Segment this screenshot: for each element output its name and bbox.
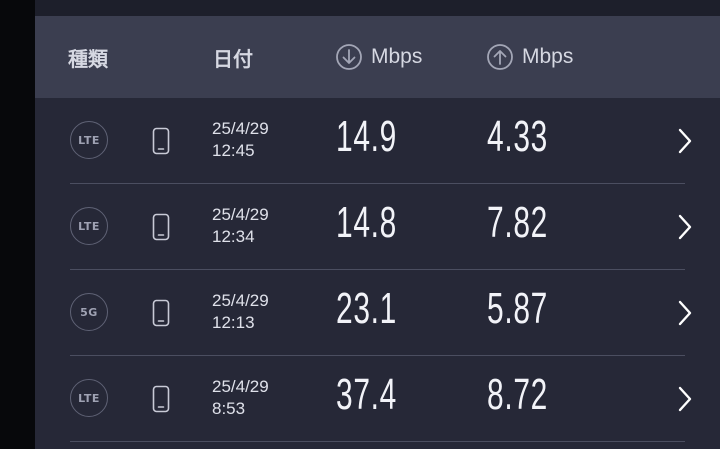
download-value: 23.1 bbox=[336, 284, 397, 333]
network-type-badge: LTE bbox=[70, 207, 108, 245]
result-date: 25/4/29 bbox=[212, 377, 269, 396]
upload-value: 8.72 bbox=[487, 370, 548, 419]
download-unit-label: Mbps bbox=[371, 45, 423, 68]
upload-value: 4.33 bbox=[487, 112, 548, 161]
chevron-right-icon[interactable] bbox=[675, 300, 695, 326]
result-row[interactable]: LTE 25/4/29 8:53 37.4 8.72 bbox=[35, 356, 720, 442]
download-value: 14.8 bbox=[336, 198, 397, 247]
result-date: 25/4/29 bbox=[212, 291, 269, 310]
network-type-badge: LTE bbox=[70, 121, 108, 159]
download-value: 37.4 bbox=[336, 370, 397, 419]
results-list: LTE 25/4/29 12:45 14.9 4.33 LTE 25/4/29 … bbox=[35, 98, 720, 442]
result-row[interactable]: LTE 25/4/29 12:45 14.9 4.33 bbox=[35, 98, 720, 184]
top-bar bbox=[35, 0, 720, 16]
header-upload[interactable]: Mbps bbox=[486, 16, 573, 98]
result-date: 25/4/29 bbox=[212, 205, 269, 224]
result-row[interactable]: 5G 25/4/29 12:13 23.1 5.87 bbox=[35, 270, 720, 356]
header-type-label[interactable]: 種類 bbox=[68, 16, 108, 98]
result-date: 25/4/29 bbox=[212, 119, 269, 138]
result-datetime: 25/4/29 12:13 bbox=[212, 290, 269, 334]
row-divider bbox=[70, 441, 685, 442]
result-datetime: 25/4/29 12:45 bbox=[212, 118, 269, 162]
result-datetime: 25/4/29 12:34 bbox=[212, 204, 269, 248]
upload-unit-label: Mbps bbox=[522, 45, 574, 68]
network-type-badge: 5G bbox=[70, 293, 108, 331]
header-date-label[interactable]: 日付 bbox=[213, 16, 253, 98]
left-edge-panel bbox=[0, 0, 35, 449]
upload-value: 7.82 bbox=[487, 198, 548, 247]
result-time: 12:34 bbox=[212, 227, 255, 246]
result-datetime: 25/4/29 8:53 bbox=[212, 376, 269, 420]
results-header: 種類 日付 Mbps Mbps bbox=[35, 16, 720, 98]
arrow-up-circle-icon bbox=[487, 44, 513, 70]
result-time: 8:53 bbox=[212, 399, 246, 418]
chevron-right-icon[interactable] bbox=[675, 214, 695, 240]
download-value: 14.9 bbox=[336, 112, 397, 161]
result-time: 12:13 bbox=[212, 313, 255, 332]
result-row[interactable]: LTE 25/4/29 12:34 14.8 7.82 bbox=[35, 184, 720, 270]
smartphone-icon bbox=[152, 299, 170, 327]
result-time: 12:45 bbox=[212, 141, 255, 160]
upload-value: 5.87 bbox=[487, 284, 548, 333]
chevron-right-icon[interactable] bbox=[675, 386, 695, 412]
header-download[interactable]: Mbps bbox=[335, 16, 422, 98]
smartphone-icon bbox=[152, 127, 170, 155]
network-type-badge: LTE bbox=[70, 379, 108, 417]
smartphone-icon bbox=[152, 385, 170, 413]
chevron-right-icon[interactable] bbox=[675, 128, 695, 154]
arrow-down-circle-icon bbox=[336, 44, 362, 70]
smartphone-icon bbox=[152, 213, 170, 241]
